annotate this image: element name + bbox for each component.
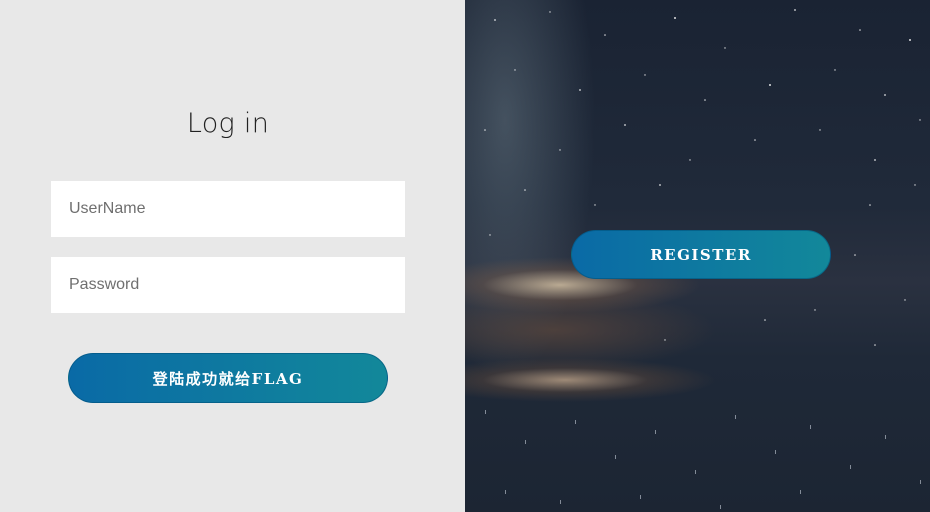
login-title: Log in — [186, 108, 270, 139]
register-panel: REGISTER — [465, 0, 930, 512]
register-button[interactable]: REGISTER — [571, 230, 831, 279]
login-panel: Log in 登陆成功就给FLAG — [0, 0, 465, 512]
username-input[interactable] — [51, 181, 405, 237]
login-button[interactable]: 登陆成功就给FLAG — [68, 353, 388, 403]
password-input[interactable] — [51, 257, 405, 313]
